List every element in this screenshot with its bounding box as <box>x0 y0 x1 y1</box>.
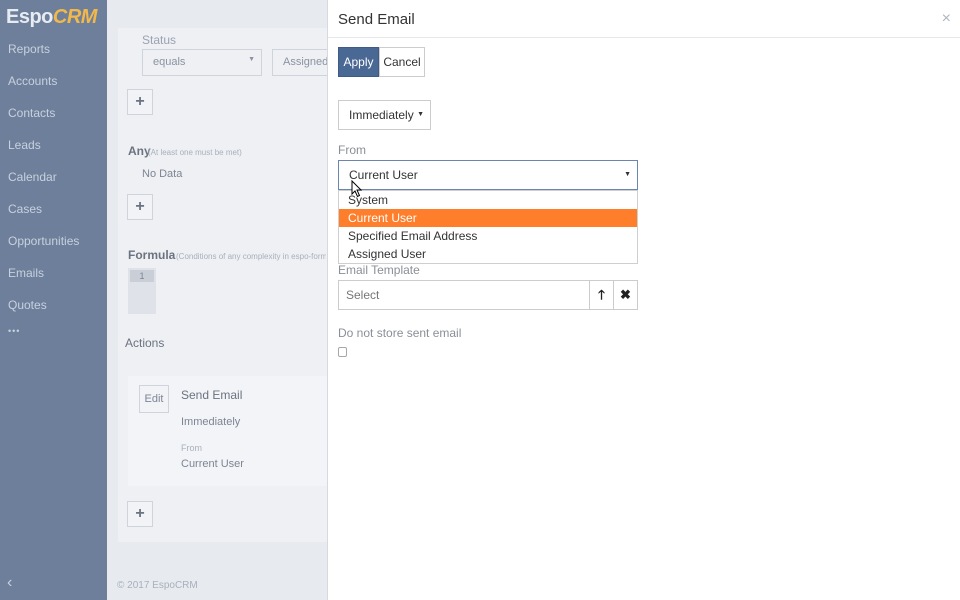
from-dropdown-list: System Current User Specified Email Addr… <box>338 190 638 264</box>
edit-action-button[interactable]: Edit <box>139 385 169 413</box>
status-operator-select[interactable]: equals ▼ <box>142 49 262 76</box>
from-option-system[interactable]: System <box>339 191 637 209</box>
action-name: Send Email <box>181 388 243 402</box>
sidebar-item-contacts[interactable]: Contacts <box>8 106 55 120</box>
modal-header: Send Email × <box>328 0 960 38</box>
sidebar-item-emails[interactable]: Emails <box>8 266 44 280</box>
footer-copyright: © 2017 EspoCRM <box>117 580 198 591</box>
chevron-down-icon: ▼ <box>248 56 255 63</box>
sidebar-item-accounts[interactable]: Accounts <box>8 74 57 88</box>
arrow-up-icon[interactable]: 🡑 <box>589 280 614 310</box>
do-not-store-label: Do not store sent email <box>338 326 462 340</box>
execution-time-select[interactable]: Immediately ▼ <box>338 100 431 130</box>
close-icon[interactable]: × <box>942 10 951 28</box>
no-data-text: No Data <box>142 168 183 180</box>
sidebar: EspoCRM Reports Accounts Contacts Leads … <box>0 0 107 600</box>
actions-heading: Actions <box>125 336 165 350</box>
status-value-text: Assigned <box>283 56 329 68</box>
sidebar-item-cases[interactable]: Cases <box>8 202 42 216</box>
cancel-button[interactable]: Cancel <box>379 47 425 77</box>
sidebar-item-opportunities[interactable]: Opportunities <box>8 234 79 248</box>
modal-title: Send Email <box>338 11 415 28</box>
add-condition-any-button[interactable]: + <box>127 194 153 220</box>
from-option-current-user[interactable]: Current User <box>339 209 637 227</box>
espocrm-logo[interactable]: EspoCRM <box>6 6 97 29</box>
sidebar-item-calendar[interactable]: Calendar <box>8 170 57 184</box>
apply-button[interactable]: Apply <box>338 47 379 77</box>
formula-hint: (Conditions of any complexity in espo-fo… <box>176 252 326 261</box>
sidebar-item-leads[interactable]: Leads <box>8 138 41 152</box>
action-from-label: From <box>181 443 202 453</box>
logo-crm: CRM <box>52 6 98 28</box>
formula-line-number: 1 <box>130 270 154 282</box>
add-action-button[interactable]: + <box>127 501 153 527</box>
email-template-label: Email Template <box>338 263 420 277</box>
chevron-down-icon: ▼ <box>624 171 631 178</box>
from-option-specified-email[interactable]: Specified Email Address <box>339 227 637 245</box>
mouse-cursor-icon <box>351 180 363 198</box>
from-option-assigned-user[interactable]: Assigned User <box>339 245 637 263</box>
from-select[interactable]: Current User ▼ <box>338 160 638 190</box>
logo-espo: Espo <box>6 6 53 28</box>
action-from-value: Current User <box>181 458 244 470</box>
do-not-store-checkbox[interactable] <box>338 347 347 357</box>
sidebar-item-reports[interactable]: Reports <box>8 42 50 56</box>
chevron-down-icon: ▼ <box>417 111 424 118</box>
sidebar-collapse-icon[interactable]: ‹ <box>7 574 12 592</box>
close-icon[interactable]: ✖ <box>613 280 638 310</box>
formula-label: Formula <box>128 248 176 262</box>
sidebar-item-quotes[interactable]: Quotes <box>8 298 47 312</box>
status-value-field[interactable]: Assigned <box>272 49 332 76</box>
email-template-input[interactable]: Select <box>338 280 590 310</box>
from-label: From <box>338 143 366 157</box>
status-operator-value: equals <box>153 56 186 68</box>
sidebar-more-icon[interactable]: ••• <box>8 326 20 336</box>
action-execution: Immediately <box>181 416 241 428</box>
any-hint: (At least one must be met) <box>148 148 242 157</box>
add-condition-all-button[interactable]: + <box>127 89 153 115</box>
execution-time-value: Immediately <box>349 108 414 122</box>
send-email-modal: Send Email × Apply Cancel Immediately ▼ … <box>327 0 960 600</box>
status-field-label: Status <box>142 33 177 47</box>
